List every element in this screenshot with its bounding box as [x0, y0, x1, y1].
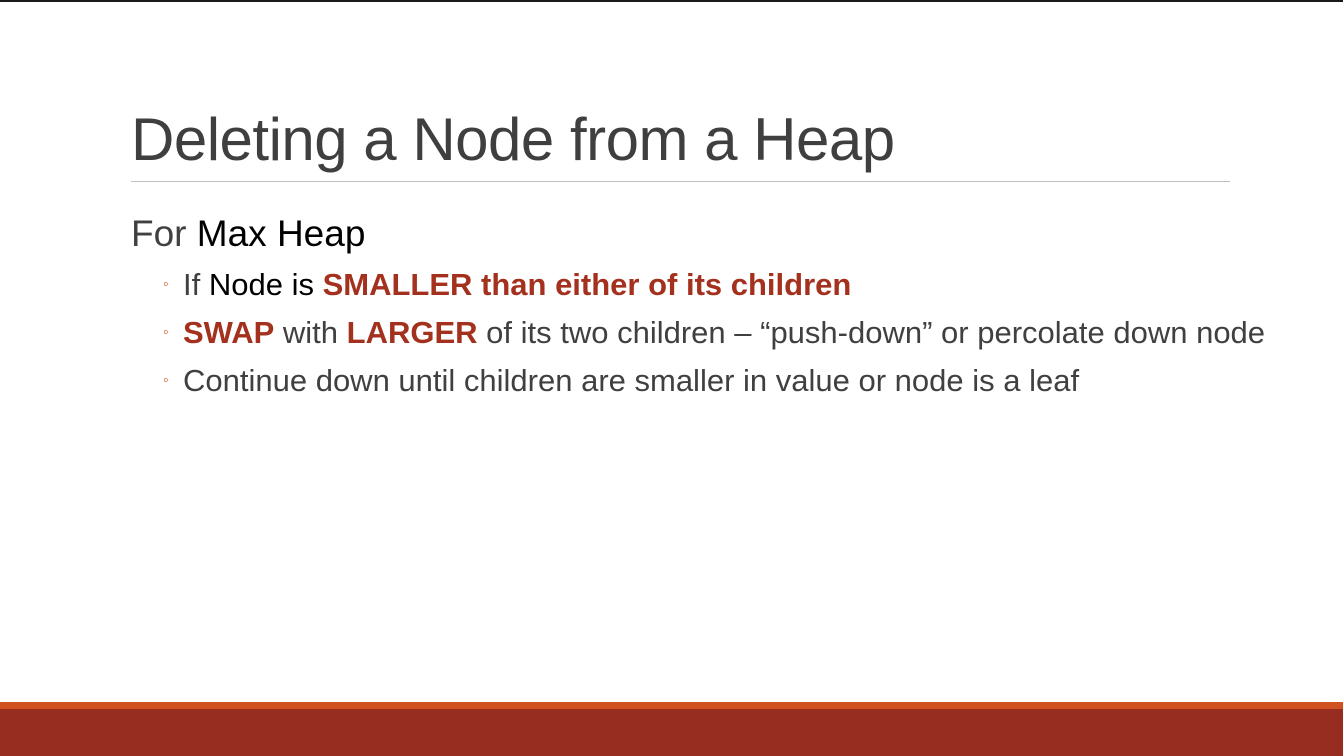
body-heading: For Max Heap: [131, 210, 1281, 258]
bullet-circle-icon: ◦: [163, 324, 169, 341]
bullet-text: If: [183, 267, 209, 302]
bullet-text: Continue down until children are smaller…: [183, 363, 1080, 398]
bullet-text-highlight: LARGER: [346, 315, 478, 350]
footer-accent-stripe: [0, 702, 1343, 709]
bullet-item-3: ◦ Continue down until children are smalle…: [131, 360, 1281, 402]
slide-body: For Max Heap ◦ If Node is SMALLER than ei…: [131, 210, 1281, 402]
footer-bar: [0, 709, 1343, 756]
bullet-text: with: [274, 315, 347, 350]
title-divider: [131, 181, 1230, 182]
bullet-item-1: ◦ If Node is SMALLER than either of its c…: [131, 264, 1281, 306]
body-heading-emphasis: Max Heap: [196, 213, 366, 254]
bullet-circle-icon: ◦: [163, 372, 169, 389]
slide-title: Deleting a Node from a Heap: [131, 106, 895, 173]
slide: Deleting a Node from a Heap For Max Heap…: [0, 0, 1343, 756]
bullet-circle-icon: ◦: [163, 276, 169, 293]
bullet-text-highlight: SMALLER than either of its children: [322, 267, 852, 302]
bullet-text: [314, 267, 323, 302]
bullet-item-2: ◦ SWAP with LARGER of its two children – …: [131, 312, 1281, 354]
body-heading-prefix: For: [131, 213, 197, 254]
bullet-list: ◦ If Node is SMALLER than either of its c…: [131, 264, 1281, 402]
bullet-text: of its two children – “push-down” or per…: [477, 315, 1266, 350]
bullet-text-emphasis: Node is: [208, 267, 314, 302]
bullet-text-highlight: SWAP: [183, 315, 275, 350]
